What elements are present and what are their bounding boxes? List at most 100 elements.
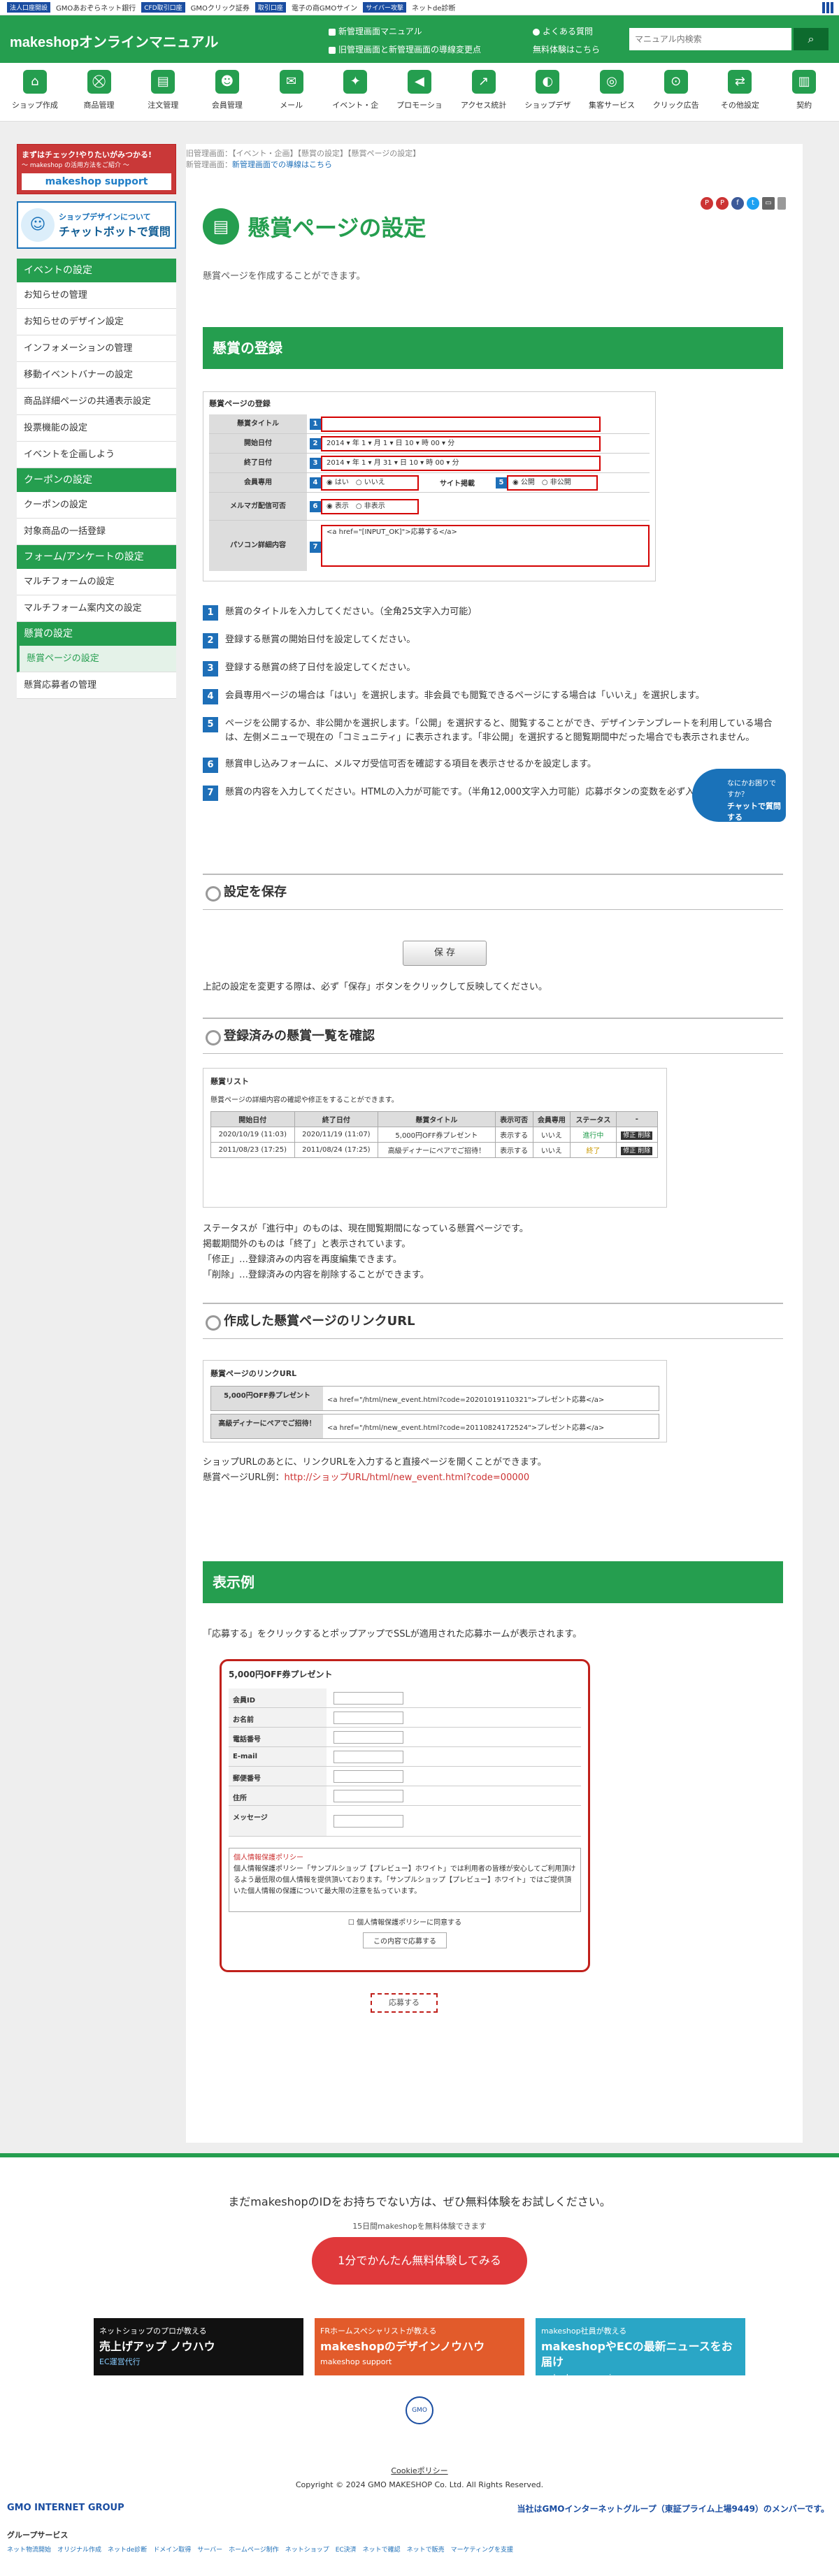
cookie-link[interactable]: Cookieポリシー xyxy=(0,2465,839,2476)
gmo-tag[interactable]: 法人口座開設 xyxy=(7,2,51,13)
sidebar-item[interactable]: クーポンの設定 xyxy=(17,492,176,519)
nav-item[interactable]: ✉ メール xyxy=(259,63,324,121)
section-heading: 懸賞の登録 xyxy=(203,327,783,369)
search-input[interactable] xyxy=(629,28,791,50)
nav-item[interactable]: ✦ イベント・企 xyxy=(323,63,387,121)
nav-item[interactable]: ↗ アクセス統計 xyxy=(452,63,516,121)
example-input[interactable] xyxy=(334,1730,403,1744)
sidebar-item[interactable]: マルチフォーム案内文の設定 xyxy=(17,595,176,622)
example-title: 5,000円OFF券プレゼント xyxy=(229,1670,333,1679)
grid-icon[interactable] xyxy=(822,2,833,13)
table-cell[interactable]: 修正 削除 xyxy=(615,1142,659,1158)
monitor-icon[interactable]: ▭ xyxy=(762,197,775,210)
gmo-link[interactable]: GMOクリック証券 xyxy=(191,2,250,13)
facebook-icon[interactable]: f xyxy=(731,197,744,210)
footer-banner[interactable]: FRホームスペシャリストが教える makeshopのデザインノウハウ makesho… xyxy=(315,2318,524,2375)
table-cell: いいえ xyxy=(532,1142,571,1158)
example-input[interactable] xyxy=(334,1814,403,1828)
site-brand[interactable]: makeshopオンラインマニュアル xyxy=(10,31,218,51)
sidebar-item[interactable]: マルチフォームの設定 xyxy=(17,569,176,595)
step-text: 登録する懸賞の終了日付を設定してください。 xyxy=(225,663,416,673)
sidebar-item[interactable]: 投票機能の設定 xyxy=(17,415,176,442)
footer-banner[interactable]: ネットショップのプロが教える 売上げアップ ノウハウ EC運営代行 xyxy=(94,2318,303,2375)
nav-item[interactable]: ▥ 契約 xyxy=(772,63,836,121)
footer-cta: まだmakeshopのIDをお持ちでない方は、ぜひ無料体験をお試しください。 xyxy=(228,2195,611,2208)
nav-item[interactable]: ☻ 会員管理 xyxy=(195,63,259,121)
sidebar-item[interactable]: お知らせのデザイン設定 xyxy=(17,309,176,335)
header-link[interactable]: 無料体験はこちら xyxy=(533,43,600,55)
example-input[interactable] xyxy=(334,1770,403,1783)
gmo-tag[interactable]: CFD取引口座 xyxy=(141,2,185,13)
gmo-link[interactable]: ネットde診断 xyxy=(412,2,456,13)
example-input[interactable] xyxy=(334,1711,403,1724)
nav-item[interactable]: ⊙ クリック広告 xyxy=(644,63,708,121)
gmo-tag[interactable]: サイバー攻撃 xyxy=(363,2,407,13)
header-link[interactable]: よくある質問 xyxy=(533,25,593,37)
nav-item[interactable]: ⛒ 商品管理 xyxy=(67,63,131,121)
nav-label: 契約 xyxy=(796,101,812,110)
edit-delete-buttons[interactable]: 修正 削除 xyxy=(621,1147,653,1155)
twitter-icon[interactable]: t xyxy=(747,197,759,210)
sidebar-group-title[interactable]: 懸賞の設定 xyxy=(17,622,176,646)
nav-item[interactable]: ▤ 注文管理 xyxy=(131,63,195,121)
sidebar-group-title[interactable]: クーポンの設定 xyxy=(17,468,176,492)
megaphone-icon: ◀ xyxy=(407,70,431,94)
save-button[interactable]: 保 存 xyxy=(403,941,487,966)
gmo-logo[interactable]: GMO INTERNET GROUP xyxy=(7,2503,124,2513)
free-trial-button[interactable]: 1分でかんたん無料体験してみる xyxy=(312,2237,527,2285)
step-text: 懸賞申し込みフォームに、メルマガ受信可否を確認する項目を表示させるかを設定します… xyxy=(225,759,596,769)
gmo-tag[interactable]: 取引口座 xyxy=(254,2,286,13)
group-links[interactable]: ネット物流開始 オリジナル作成 ネットde診断 ドメイン取得 サーバー ホームペ… xyxy=(7,2545,513,2554)
confirm-button[interactable]: この内容で応募する xyxy=(363,1932,447,1948)
banner-tag: EC運営代行 xyxy=(99,2357,141,2366)
chat-widget[interactable]: なにかお困りですか？ チャットで質問する xyxy=(692,769,786,822)
example-row: 住所 xyxy=(229,1786,581,1806)
mobile-icon[interactable] xyxy=(777,197,786,210)
step-text: 会員専用ページの場合は「はい」を選択します。非会員でも閲覧できるページにする場合… xyxy=(225,690,705,701)
form-label: 会員専用 xyxy=(209,473,307,492)
header-link[interactable]: 新管理画面マニュアル xyxy=(329,25,422,37)
footer-banner[interactable]: makeshop社員が教える makeshopやECの最新ニュースをお届け make… xyxy=(536,2318,745,2382)
step-number: 2 xyxy=(203,633,218,649)
table-cell[interactable]: 修正 削除 xyxy=(615,1127,659,1143)
sidebar-item[interactable]: 移動イベントバナーの設定 xyxy=(17,362,176,389)
nav-item[interactable]: ⇄ その他設定 xyxy=(708,63,773,121)
step-badge: 3 xyxy=(310,457,321,469)
edit-delete-buttons[interactable]: 修正 削除 xyxy=(621,1131,653,1140)
nav-item[interactable]: ◎ 集客サービス xyxy=(580,63,644,121)
link-heading: 懸賞ページのリンクURL xyxy=(210,1369,297,1378)
sidebar-item[interactable]: 懸賞ページの設定 xyxy=(17,646,176,672)
sidebar-item[interactable]: インフォメーションの管理 xyxy=(17,335,176,362)
agree-row[interactable]: ☐ 個人情報保護ポリシーに同意する xyxy=(229,1916,581,1927)
example-label: 郵便番号 xyxy=(229,1767,327,1786)
header-link[interactable]: 旧管理画面と新管理画面の導線変更点 xyxy=(329,43,481,55)
example-input[interactable] xyxy=(334,1691,403,1705)
breadcrumb-prefix: 新管理画面： xyxy=(186,160,232,169)
pdf-icon[interactable]: P xyxy=(701,197,713,210)
example-input[interactable] xyxy=(334,1789,403,1802)
sidebar-item[interactable]: 懸賞応募者の管理 xyxy=(17,672,176,699)
sidebar-item[interactable]: 対象商品の一括登録 xyxy=(17,519,176,545)
sidebar-group-title[interactable]: イベントの設定 xyxy=(17,259,176,282)
sidebar-item[interactable]: お知らせの管理 xyxy=(17,282,176,309)
pinterest-icon[interactable]: P xyxy=(716,197,729,210)
example-input[interactable] xyxy=(334,1750,403,1763)
sidebar-item[interactable]: 商品詳細ページの共通表示設定 xyxy=(17,389,176,415)
banner-tag: makeshop support xyxy=(320,2357,392,2366)
nav-item[interactable]: ◀ プロモーショ xyxy=(387,63,452,121)
table-cell: 表示する xyxy=(494,1142,533,1158)
gmo-link[interactable]: 電子の商GMOサイン xyxy=(292,2,357,13)
table-cell: 表示する xyxy=(494,1127,533,1143)
nav-item[interactable]: ⌂ ショップ作成 xyxy=(3,63,67,121)
gmo-link[interactable]: GMOあおぞらネット銀行 xyxy=(56,2,136,13)
nav-item[interactable]: ◐ ショップデザ xyxy=(516,63,580,121)
column-header: 会員専用 xyxy=(532,1111,571,1127)
apply-button[interactable]: 応募する xyxy=(371,1993,438,2013)
support-banner[interactable]: まずはチェック!やりたいがみつかる! 〜 makeshop の活用方法をご紹介 … xyxy=(17,144,176,194)
sidebar-item[interactable]: イベントを企画しよう xyxy=(17,442,176,468)
banner-line: ショップデザインについて xyxy=(59,212,151,222)
search-button[interactable]: ⌕ xyxy=(794,28,829,50)
sidebar-group-title[interactable]: フォーム/アンケートの設定 xyxy=(17,545,176,569)
breadcrumb-link[interactable]: 新管理画面での導線はこちら xyxy=(232,160,332,169)
chatbot-banner[interactable]: ☺ ショップデザインについて チャットボットで質問 xyxy=(17,201,176,249)
